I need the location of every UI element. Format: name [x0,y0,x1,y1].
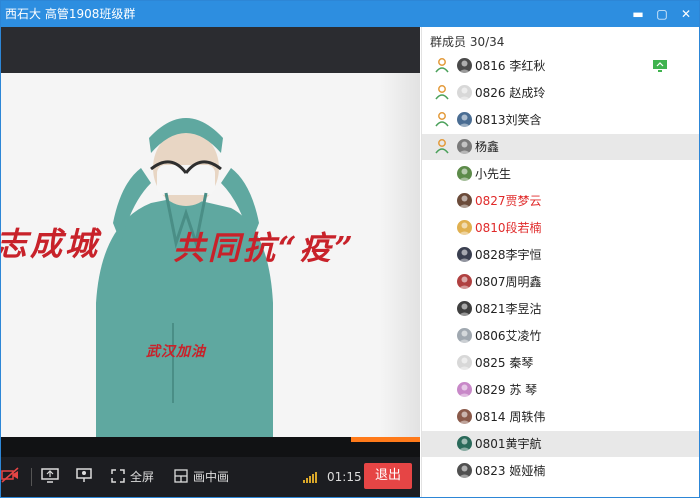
member-avatar [457,328,472,343]
window-title: 西石大 高管1908班级群 [5,7,136,21]
video-panel: 志成城 共同抗“疫” 武汉加油 全屏 画中画 01:15 退出 [1,27,420,497]
member-role-icon [434,138,450,154]
member-row[interactable]: 0810段若楠 [422,215,699,241]
member-name: 0827贾梦云 [475,194,542,208]
member-avatar [457,382,472,397]
camera-off-icon[interactable] [1,467,19,487]
exit-button[interactable]: 退出 [364,463,412,489]
member-avatar [457,436,472,451]
member-avatar [457,463,472,478]
progress-bar[interactable] [1,437,420,457]
member-name: 0806艾凌竹 [475,329,542,343]
member-row[interactable]: 0801黄宇航 [422,431,699,457]
member-avatar [457,58,472,73]
app-window: 西石大 高管1908班级群 ▬ ▢ ✕ 志成城 共同抗“疫” 武汉加油 全屏 画… [0,0,700,498]
slide-text-left: 志成城 [1,225,101,263]
pip-icon[interactable] [174,467,188,487]
member-avatar [457,409,472,424]
presenter-icon[interactable] [75,467,93,487]
close-button[interactable]: ✕ [677,5,695,23]
member-name: 0823 姬娅楠 [475,464,546,478]
member-row[interactable]: 0825 秦琴 [422,350,699,376]
shared-screen[interactable]: 志成城 共同抗“疫” 武汉加油 [1,73,420,437]
member-name: 0810段若楠 [475,221,542,235]
elapsed-time: 01:15 [327,470,362,484]
member-avatar [457,220,472,235]
member-avatar [457,112,472,127]
member-avatar [457,139,472,154]
slide-caption: 武汉加油 [146,344,206,360]
member-name: 0829 苏 琴 [475,383,538,397]
member-name: 0816 李红秋 [475,59,546,73]
member-role-icon [434,111,450,127]
member-avatar [457,193,472,208]
player-controls: 全屏 画中画 01:15 退出 [1,457,420,497]
member-name: 小先生 [475,167,512,181]
member-row[interactable]: 0823 姬娅楠 [422,458,699,484]
member-role-icon [434,84,450,100]
member-row[interactable]: 0826 赵成玲 [422,80,699,106]
progress-fill [351,437,420,442]
member-name: 0807周明鑫 [475,275,542,289]
video-top-bar [1,27,420,73]
member-avatar [457,274,472,289]
frame-shade [380,73,420,437]
member-row[interactable]: 0806艾凌竹 [422,323,699,349]
member-name: 0801黄宇航 [475,437,542,451]
member-avatar [457,355,472,370]
member-name: 0813刘笑含 [475,113,542,127]
screen-sharing-icon[interactable] [652,58,668,72]
minimize-button[interactable]: ▬ [629,5,647,23]
member-avatar [457,85,472,100]
member-row[interactable]: 0827贾梦云 [422,188,699,214]
member-row[interactable]: 0821李昱沽 [422,296,699,322]
pip-button[interactable]: 画中画 [193,467,229,487]
maximize-button[interactable]: ▢ [653,5,671,23]
member-name: 0814 周轶伟 [475,410,546,424]
controls-divider [31,468,32,486]
member-panel: 群成员 30/34 0816 李红秋 0826 赵成玲 0813刘笑含 杨鑫小先生 08… [421,27,699,497]
member-name: 0828李宇恒 [475,248,542,262]
signal-strength-icon [303,471,318,483]
slide-text-right: 共同抗“疫” [173,229,356,267]
member-row[interactable]: 0814 周轶伟 [422,404,699,430]
member-name: 0825 秦琴 [475,356,534,370]
member-row[interactable]: 0807周明鑫 [422,269,699,295]
member-role-icon [434,57,450,73]
member-avatar [457,166,472,181]
member-avatar [457,301,472,316]
share-screen-icon[interactable] [41,467,59,487]
member-name: 0821李昱沽 [475,302,542,316]
member-row[interactable]: 杨鑫 [422,134,699,160]
title-bar[interactable]: 西石大 高管1908班级群 ▬ ▢ ✕ [1,1,699,27]
member-count-header: 群成员 30/34 [430,35,505,49]
fullscreen-button[interactable]: 全屏 [130,467,154,487]
member-name: 杨鑫 [475,140,500,154]
member-row[interactable]: 0828李宇恒 [422,242,699,268]
member-row[interactable]: 0829 苏 琴 [422,377,699,403]
member-row[interactable]: 0813刘笑含 [422,107,699,133]
member-avatar [457,247,472,262]
member-name: 0826 赵成玲 [475,86,546,100]
member-row[interactable]: 小先生 [422,161,699,187]
fullscreen-icon[interactable] [111,467,125,487]
member-row[interactable]: 0816 李红秋 [422,53,699,79]
